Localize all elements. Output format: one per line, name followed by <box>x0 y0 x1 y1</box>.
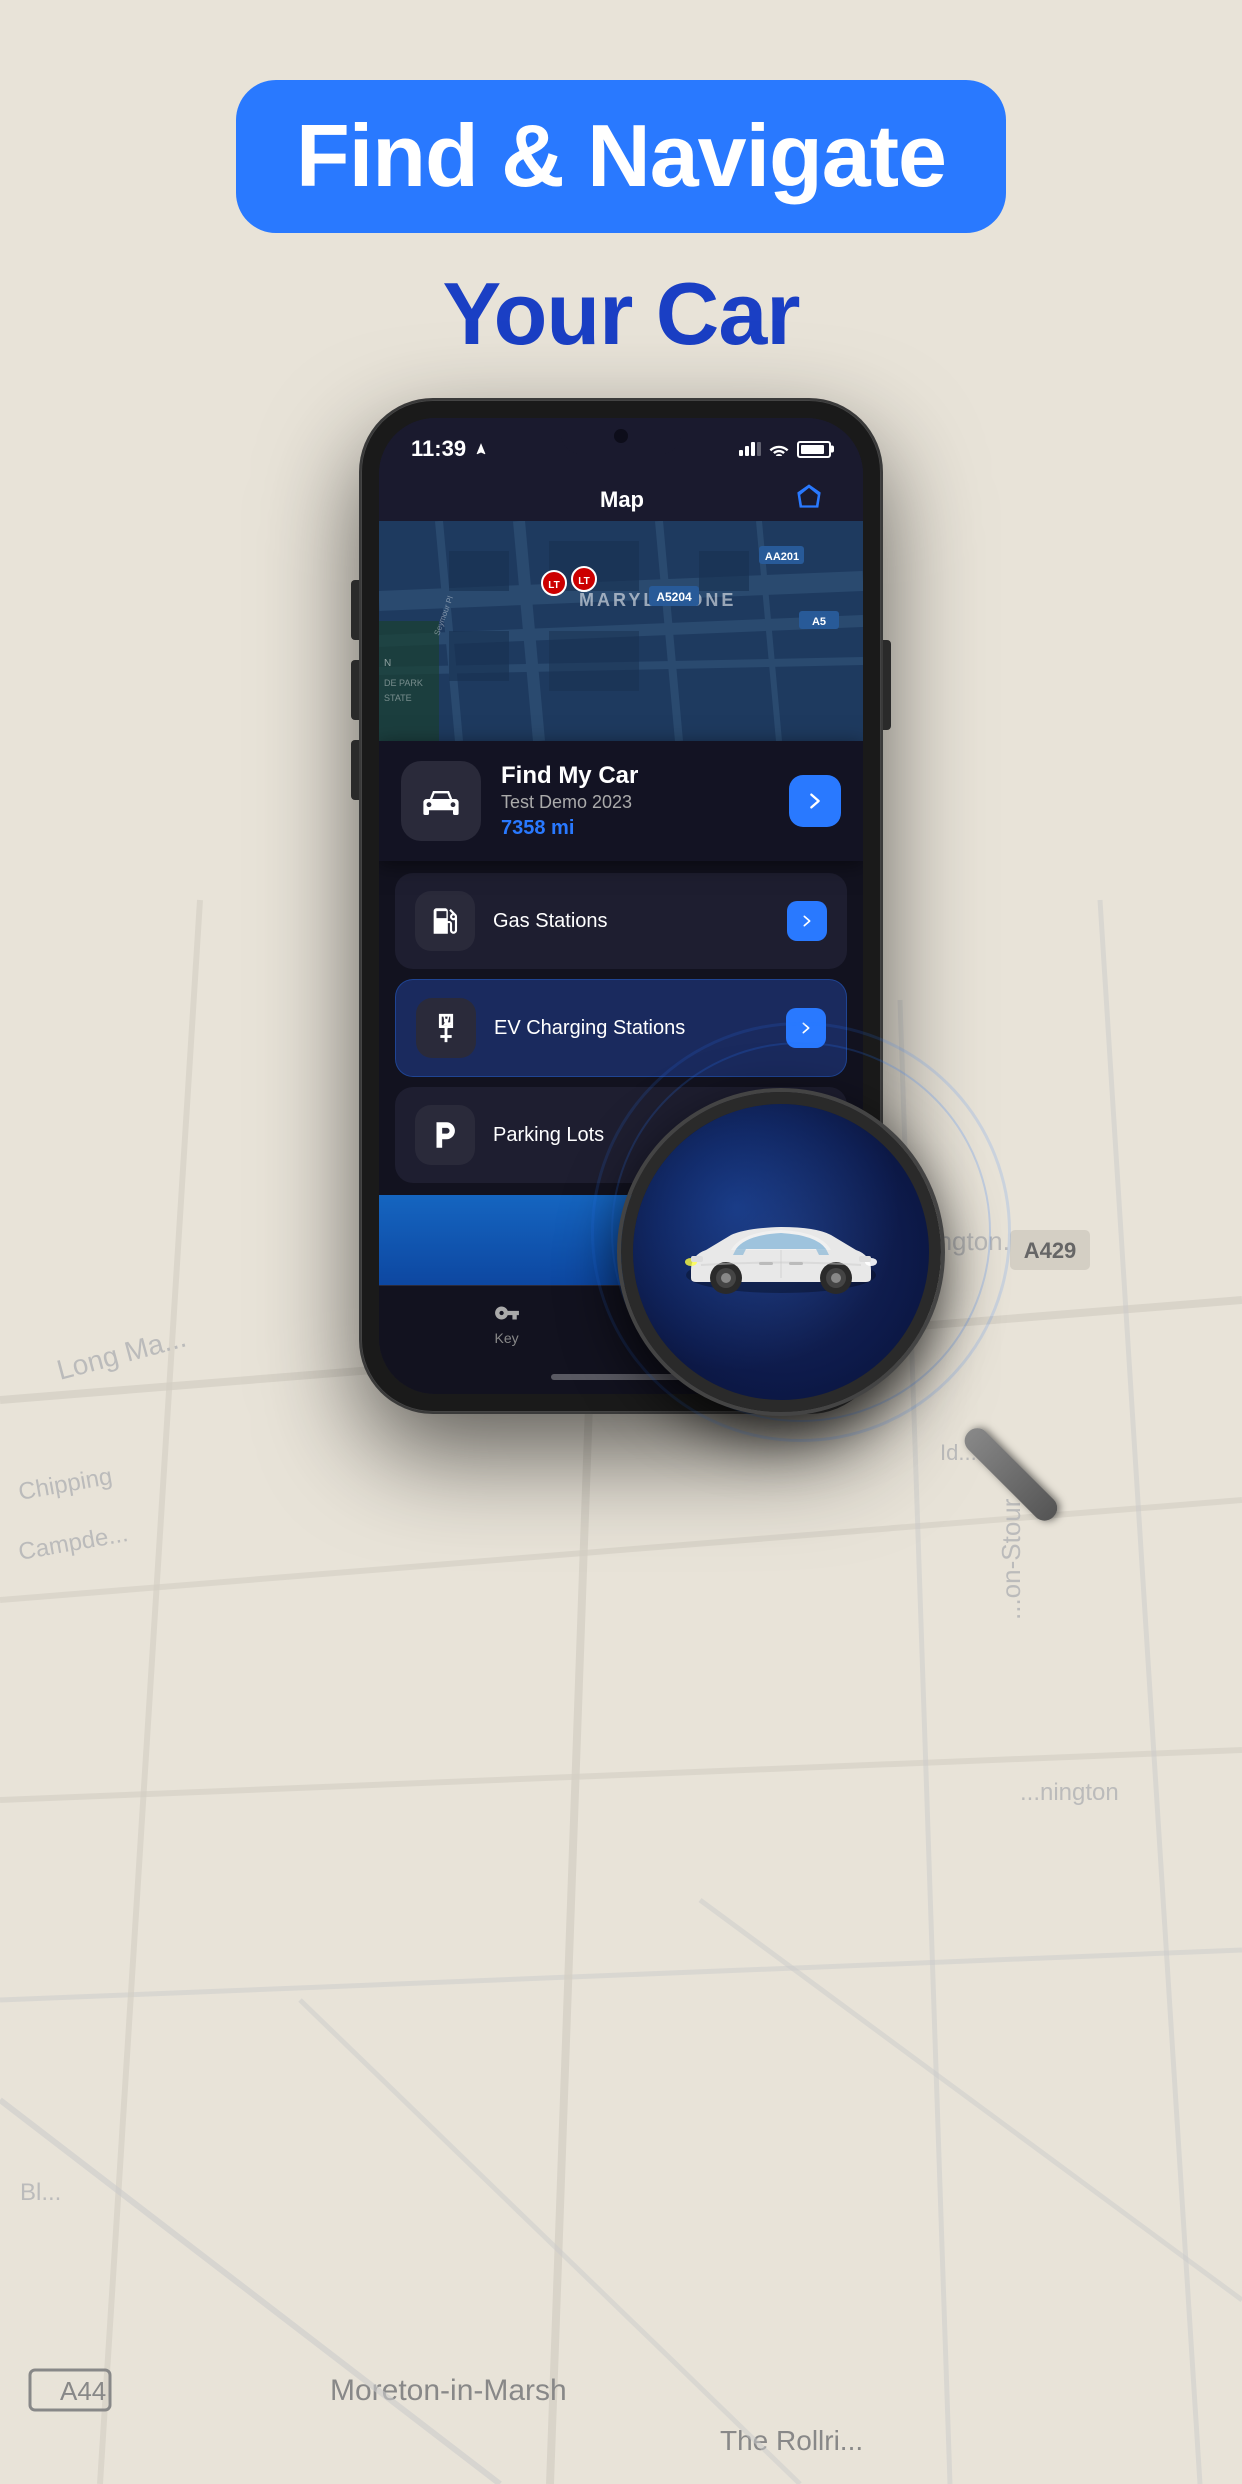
notch <box>561 418 681 454</box>
car-in-magnifier <box>671 1200 891 1305</box>
car-icon-box <box>401 761 481 841</box>
ev-charging-icon-box <box>416 998 476 1058</box>
svg-text:A5204: A5204 <box>656 590 692 604</box>
chevron-right-icon <box>804 790 826 812</box>
find-my-car-card[interactable]: Find My Car Test Demo 2023 7358 mi <box>379 741 863 861</box>
gas-stations-item[interactable]: Gas Stations <box>395 873 847 969</box>
headline-badge: Find & Navigate <box>236 80 1006 233</box>
status-bar: 11:39 <box>379 418 863 472</box>
gas-pump-icon <box>428 904 462 938</box>
premium-icon <box>795 482 823 517</box>
signal-bars-icon <box>739 442 761 456</box>
svg-text:Bl...: Bl... <box>20 2179 61 2206</box>
phone-map: MARYLEBONE N DE PARK STATE Seymour Pl LT… <box>379 521 863 741</box>
svg-text:...on-Stour: ...on-Stour <box>996 1498 1026 1620</box>
gas-stations-arrow[interactable] <box>787 901 827 941</box>
svg-text:LT: LT <box>578 576 589 587</box>
find-car-info: Find My Car Test Demo 2023 7358 mi <box>501 762 769 840</box>
svg-text:AA201: AA201 <box>765 551 799 563</box>
ev-charging-icon <box>429 1011 463 1045</box>
app-nav-bar: Map <box>379 472 863 521</box>
nav-title: Map <box>600 487 644 513</box>
tab-key-label: Key <box>495 1330 519 1346</box>
notch-dot <box>614 429 628 443</box>
tab-key[interactable]: Key <box>494 1300 520 1346</box>
status-icons <box>739 441 831 458</box>
svg-text:A5: A5 <box>812 616 826 628</box>
car-silhouette-icon <box>417 777 465 825</box>
svg-text:DE PARK: DE PARK <box>384 678 423 688</box>
svg-text:A44: A44 <box>60 2376 106 2406</box>
headline-line2: Your Car <box>442 263 799 365</box>
car-illustration <box>671 1200 891 1300</box>
gas-stations-chevron-right-icon <box>799 913 815 929</box>
parking-icon-box <box>415 1105 475 1165</box>
parking-icon <box>428 1118 462 1152</box>
magnifier-overlay <box>621 1092 1001 1472</box>
magnifier-glass <box>621 1092 941 1412</box>
find-car-title: Find My Car <box>501 762 769 790</box>
find-car-subtitle: Test Demo 2023 <box>501 792 769 813</box>
svg-text:N: N <box>384 658 391 669</box>
find-car-arrow-button[interactable] <box>789 775 841 827</box>
find-car-distance: 7358 mi <box>501 817 769 840</box>
svg-text:LT: LT <box>548 580 559 591</box>
location-arrow-icon <box>474 442 488 456</box>
gas-station-icon-box <box>415 891 475 951</box>
status-time: 11:39 <box>411 436 488 462</box>
svg-text:...nington: ...nington <box>1020 1779 1119 1806</box>
svg-text:A429: A429 <box>1024 1238 1077 1263</box>
svg-text:STATE: STATE <box>384 693 412 703</box>
header: Find & Navigate Your Car <box>0 80 1242 365</box>
battery-icon <box>797 441 831 458</box>
key-icon <box>494 1300 520 1326</box>
phone-mockup: 11:39 <box>361 400 881 1412</box>
wifi-icon <box>769 442 789 456</box>
headline-line1: Find & Navigate <box>296 108 946 205</box>
gas-stations-label: Gas Stations <box>493 910 769 933</box>
